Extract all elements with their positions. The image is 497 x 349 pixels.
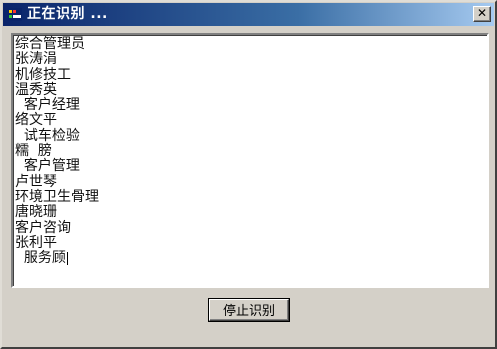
text-line: 张利平 [15, 234, 57, 251]
recognized-text-lines: 综合管理员 张涛涓 机修技工 温秀英 客户经理 络文平 试车检验 糯 膀 客户管… [15, 36, 99, 266]
text-line: 卢世琴 [15, 173, 57, 190]
text-line: 客户经理 [15, 97, 80, 114]
text-line: 络文平 [15, 112, 57, 129]
recognition-dialog: 正在识别 ... ✕ 综合管理员 张涛涓 机修技工 温秀英 客户经理 络文平 试… [0, 0, 497, 349]
text-line: 综合管理员 [15, 36, 85, 52]
window-title: 正在识别 ... [27, 6, 108, 22]
title-bar[interactable]: 正在识别 ... ✕ [3, 3, 494, 26]
text-line: 张涛涓 [15, 51, 57, 68]
text-line: 机修技工 [15, 66, 71, 83]
text-line: 环境卫生骨理 [15, 188, 99, 205]
text-line: 试车检验 [15, 127, 80, 144]
text-line: 客户管理 [15, 158, 80, 175]
stop-recognition-button[interactable]: 停止识别 [209, 299, 289, 321]
text-caret [66, 251, 68, 265]
text-line: 服务顾 [15, 250, 66, 267]
text-line: 唐晓珊 [15, 204, 57, 221]
recognized-text-area[interactable]: 综合管理员 张涛涓 机修技工 温秀英 客户经理 络文平 试车检验 糯 膀 客户管… [11, 33, 489, 288]
text-line: 温秀英 [15, 81, 57, 98]
app-icon [8, 8, 22, 21]
text-line: 客户咨询 [15, 219, 71, 236]
close-icon: ✕ [476, 6, 488, 20]
text-line-last: 服务顾 [15, 251, 99, 266]
close-button[interactable]: ✕ [473, 6, 491, 22]
